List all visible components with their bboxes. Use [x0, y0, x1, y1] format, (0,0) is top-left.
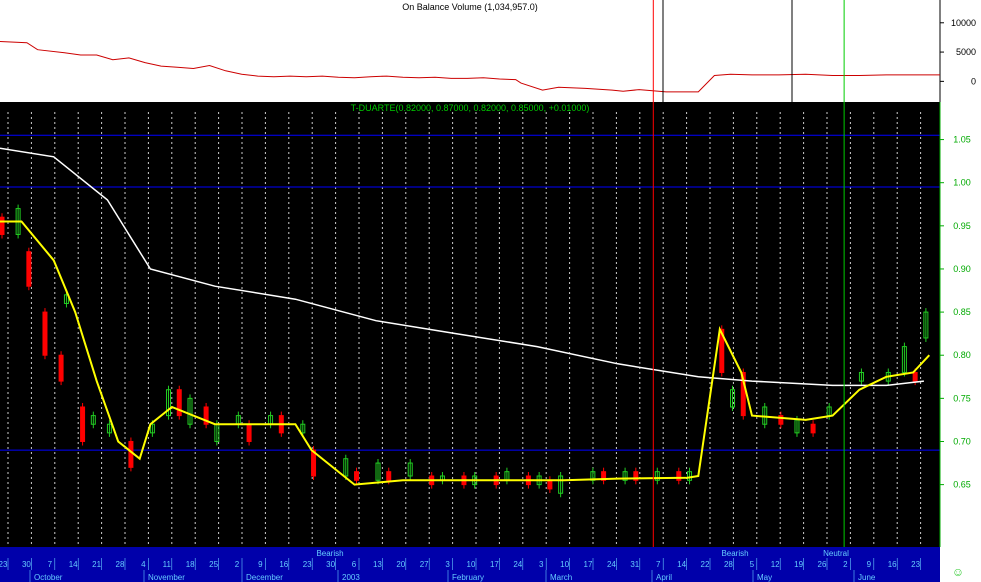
price-tick-label: 1.05 — [953, 135, 971, 145]
month-label: June — [858, 573, 876, 582]
day-label: 24 — [513, 560, 522, 569]
day-label: 14 — [677, 560, 686, 569]
price-title: T-DUARTE(0.82000, 0.87000, 0.82000, 0.85… — [351, 103, 590, 113]
day-label: 12 — [771, 560, 780, 569]
day-label: 23 — [0, 560, 8, 569]
day-label: 28 — [116, 560, 125, 569]
signal-label: Neutral — [823, 549, 849, 558]
obv-tick-label: 10000 — [951, 18, 976, 28]
day-label: 14 — [69, 560, 78, 569]
down-candle — [128, 440, 134, 468]
day-label: 6 — [352, 560, 357, 569]
signal-label: Bearish — [316, 549, 343, 558]
day-label: 9 — [867, 560, 872, 569]
day-label: 5 — [750, 560, 755, 569]
signal-label: Bearish — [721, 549, 748, 558]
month-label: December — [246, 573, 283, 582]
down-candle — [42, 311, 48, 356]
down-candle — [246, 423, 252, 442]
down-candle — [810, 423, 816, 434]
day-label: 16 — [279, 560, 288, 569]
down-candle — [26, 251, 32, 287]
day-label: 9 — [258, 560, 263, 569]
day-label: 28 — [724, 560, 733, 569]
day-label: 25 — [209, 560, 218, 569]
day-label: 13 — [373, 560, 382, 569]
down-candle — [386, 471, 392, 481]
day-label: 10 — [560, 560, 569, 569]
price-tick-label: 0.70 — [953, 436, 971, 446]
day-label: 10 — [467, 560, 476, 569]
down-candle — [676, 471, 682, 481]
day-label: 31 — [630, 560, 639, 569]
day-label: 30 — [22, 560, 31, 569]
month-label: November — [148, 573, 185, 582]
day-label: 7 — [656, 560, 661, 569]
day-label: 19 — [794, 560, 803, 569]
price-tick-label: 0.80 — [953, 350, 971, 360]
day-label: 17 — [490, 560, 499, 569]
down-candle — [354, 471, 360, 481]
price-tick-label: 0.95 — [953, 221, 971, 231]
day-label: 30 — [326, 560, 335, 569]
down-candle — [547, 479, 553, 490]
price-tick-label: 0.65 — [953, 480, 971, 490]
down-candle — [176, 389, 182, 417]
smiley-icon: ☺ — [952, 565, 964, 579]
day-label: 23 — [911, 560, 920, 569]
day-label: 3 — [539, 560, 544, 569]
down-candle — [80, 406, 86, 442]
day-label: 20 — [396, 560, 405, 569]
day-label: 3 — [445, 560, 450, 569]
obv-panel-bg — [0, 0, 940, 102]
day-label: 4 — [141, 560, 146, 569]
day-label: 18 — [186, 560, 195, 569]
month-label: February — [452, 573, 484, 582]
day-label: 17 — [584, 560, 593, 569]
day-label: 11 — [163, 560, 172, 569]
day-label: 21 — [92, 560, 101, 569]
obv-y-ticks: 10000 5000 0 — [940, 18, 976, 86]
day-label: 22 — [701, 560, 710, 569]
price-tick-label: 1.00 — [953, 178, 971, 188]
day-label: 7 — [48, 560, 53, 569]
obv-tick-label: 5000 — [956, 47, 976, 57]
down-candle — [912, 371, 918, 382]
price-tick-label: 0.85 — [953, 307, 971, 317]
month-label: 2003 — [342, 573, 360, 582]
obv-title: On Balance Volume (1,034,957.0) — [402, 2, 538, 12]
day-label: 27 — [420, 560, 429, 569]
price-tick-label: 0.90 — [953, 264, 971, 274]
technical-chart: On Balance Volume (1,034,957.0) 10000500… — [0, 0, 981, 582]
obv-tick-label: 0 — [971, 76, 976, 86]
day-label: 26 — [818, 560, 827, 569]
down-candle — [58, 354, 64, 382]
price-tick-label: 0.75 — [953, 393, 971, 403]
day-label: 2 — [235, 560, 240, 569]
day-label: 24 — [607, 560, 616, 569]
day-label: 16 — [888, 560, 897, 569]
month-label: May — [757, 573, 772, 582]
month-label: April — [656, 573, 672, 582]
signal-band — [0, 547, 940, 558]
month-label: October — [34, 573, 63, 582]
day-label: 2 — [843, 560, 848, 569]
day-label: 23 — [303, 560, 312, 569]
month-label: March — [550, 573, 572, 582]
down-candle — [0, 216, 5, 235]
